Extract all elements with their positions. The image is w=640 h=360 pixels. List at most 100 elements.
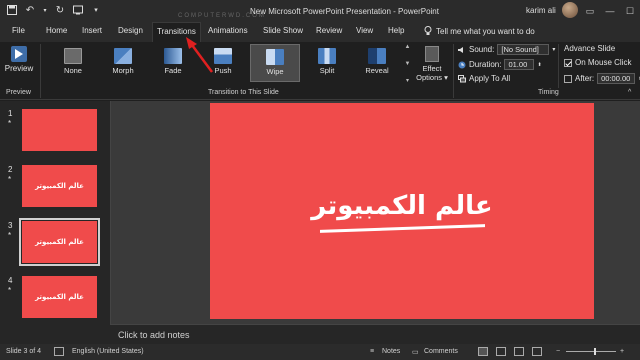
on-click-row[interactable]: On Mouse Click [564, 58, 631, 67]
slide-editing-area: عالم الكمبيوتر [110, 101, 640, 324]
after-row: After: 00:00.00 ⬍ [564, 73, 640, 84]
preview-button[interactable]: Preview [4, 44, 34, 84]
notes-toggle-icon[interactable]: ≡ [370, 348, 374, 355]
tab-insert[interactable]: Insert [82, 26, 102, 35]
user-name[interactable]: karim ali [526, 6, 556, 15]
comments-button[interactable]: Comments [424, 348, 458, 355]
transition-none-label: None [64, 66, 82, 75]
advance-slide-title: Advance Slide [564, 44, 616, 53]
transition-star-icon: * [8, 286, 12, 295]
thumbnail-slide-2[interactable]: 2 * عالم الكمبيوتر [0, 165, 110, 215]
timing-divider [558, 44, 559, 88]
transition-reveal[interactable]: Reveal [352, 44, 402, 82]
reading-view-icon[interactable] [514, 347, 524, 356]
avatar[interactable] [562, 2, 578, 18]
tab-transitions[interactable]: Transitions [152, 22, 201, 42]
undo-dropdown-icon[interactable]: ▾ [42, 4, 48, 16]
zoom-slider[interactable] [566, 348, 616, 355]
slide-thumbnail-current[interactable]: عالم الكمبيوتر [19, 218, 100, 266]
zoom-out-icon[interactable]: − [556, 348, 560, 355]
transition-morph[interactable]: Morph [98, 44, 148, 82]
apply-all-row[interactable]: Apply To All [458, 74, 510, 83]
transition-fade[interactable]: Fade [148, 44, 198, 82]
zoom-in-icon[interactable]: + [620, 348, 624, 355]
ribbon-tabs: File Home Insert Design Transitions Anim… [0, 22, 640, 42]
comments-icon[interactable]: ▭ [412, 348, 419, 356]
tab-animations[interactable]: Animations [208, 26, 248, 35]
undo-icon[interactable]: ↶ [24, 4, 36, 16]
gallery-scroll: ▲ ▼ ▾ [403, 44, 412, 84]
transition-morph-label: Morph [112, 66, 134, 75]
preview-button-label: Preview [4, 64, 34, 73]
gallery-down-icon[interactable]: ▼ [405, 61, 411, 67]
tab-slide-show[interactable]: Slide Show [263, 26, 303, 35]
gallery-up-icon[interactable]: ▲ [405, 44, 411, 50]
preview-icon [11, 46, 27, 62]
tab-design[interactable]: Design [118, 26, 143, 35]
tab-help[interactable]: Help [388, 26, 404, 35]
effect-options-label-2: Options ▾ [416, 73, 448, 82]
normal-view-icon[interactable] [478, 347, 488, 356]
transition-morph-icon [114, 48, 132, 64]
slide-title-text[interactable]: عالم الكمبيوتر [210, 191, 594, 221]
group-divider [40, 44, 41, 98]
zoom-slider-thumb[interactable] [594, 348, 596, 355]
duration-spinner-icon[interactable]: ⬍ [537, 62, 541, 68]
notes-pane[interactable]: Click to add notes [110, 324, 640, 344]
quick-access-toolbar: ↶ ▾ ↻ ▾ [6, 4, 102, 16]
thumbnail-slide-3[interactable]: 3 * عالم الكمبيوتر [0, 218, 110, 271]
ribbon-display-icon[interactable]: ▭ [580, 0, 600, 22]
slide-thumbnail[interactable]: عالم الكمبيوتر [22, 165, 97, 207]
transition-wipe-icon [266, 49, 284, 65]
notes-button[interactable]: Notes [382, 348, 400, 355]
current-slide[interactable]: عالم الكمبيوتر [210, 103, 594, 319]
tell-me-box[interactable]: Tell me what you want to do [424, 26, 535, 36]
after-label: After: [575, 74, 595, 83]
group-label-transitions: Transition to This Slide [208, 89, 279, 96]
slide-sorter-view-icon[interactable] [496, 347, 506, 356]
customize-qat-icon[interactable]: ▾ [90, 4, 102, 16]
notes-placeholder: Click to add notes [118, 330, 190, 340]
after-input[interactable]: 00:00.00 [597, 73, 636, 84]
slide-thumbnail[interactable]: عالم الكمبيوتر [22, 276, 97, 318]
tab-review[interactable]: Review [316, 26, 342, 35]
repeat-icon[interactable]: ↻ [54, 4, 66, 16]
group-label-preview: Preview [6, 89, 31, 96]
spelling-check-icon[interactable] [54, 347, 64, 356]
transition-split[interactable]: Split [302, 44, 352, 82]
duration-input[interactable]: 01.00 [504, 59, 535, 70]
tab-home[interactable]: Home [46, 26, 67, 35]
slide-thumbnail[interactable] [22, 109, 97, 151]
group-label-timing: Timing [538, 89, 559, 96]
language-indicator[interactable]: English (United States) [72, 348, 144, 355]
maximize-icon[interactable]: ☐ [620, 0, 640, 22]
thumbnail-slide-4[interactable]: 4 * عالم الكمبيوتر [0, 276, 110, 326]
transition-reveal-icon [368, 48, 386, 64]
slideshow-view-icon[interactable] [532, 347, 542, 356]
transition-none[interactable]: None [48, 44, 98, 82]
collapse-ribbon-icon[interactable]: ^ [628, 89, 631, 96]
sound-dropdown-icon[interactable]: ▾ [552, 46, 555, 53]
sound-row: Sound: [No Sound] ▾ [458, 44, 555, 55]
transition-wipe[interactable]: Wipe [250, 44, 300, 82]
save-icon[interactable] [6, 4, 18, 16]
gallery-more-icon[interactable]: ▾ [406, 77, 409, 84]
transition-push-label: Push [214, 66, 232, 75]
transition-split-label: Split [319, 66, 335, 75]
effect-options-button[interactable]: Effect Options ▾ [414, 44, 450, 88]
slideshow-start-icon[interactable] [72, 4, 84, 16]
thumbnail-slide-1[interactable]: 1 * [0, 109, 110, 159]
status-bar: Slide 3 of 4 English (United States) ≡ N… [0, 344, 640, 360]
tab-file[interactable]: File [12, 26, 25, 35]
slide-thumbnail-text: عالم الكمبيوتر [35, 182, 84, 190]
slide-number: 4 [8, 276, 13, 285]
on-click-checkbox[interactable] [564, 58, 572, 67]
slide-thumbnails-pane: 1 * 2 * عالم الكمبيوتر 3 * عالم الكمبيوت… [0, 101, 110, 344]
tab-view[interactable]: View [356, 26, 373, 35]
after-checkbox[interactable] [564, 74, 572, 83]
sound-select[interactable]: [No Sound] [497, 44, 550, 55]
transition-star-icon: * [8, 231, 12, 240]
minimize-icon[interactable]: — [600, 0, 620, 22]
transition-push[interactable]: Push [198, 44, 248, 82]
duration-row: Duration: 01.00 ⬍ [458, 59, 542, 70]
